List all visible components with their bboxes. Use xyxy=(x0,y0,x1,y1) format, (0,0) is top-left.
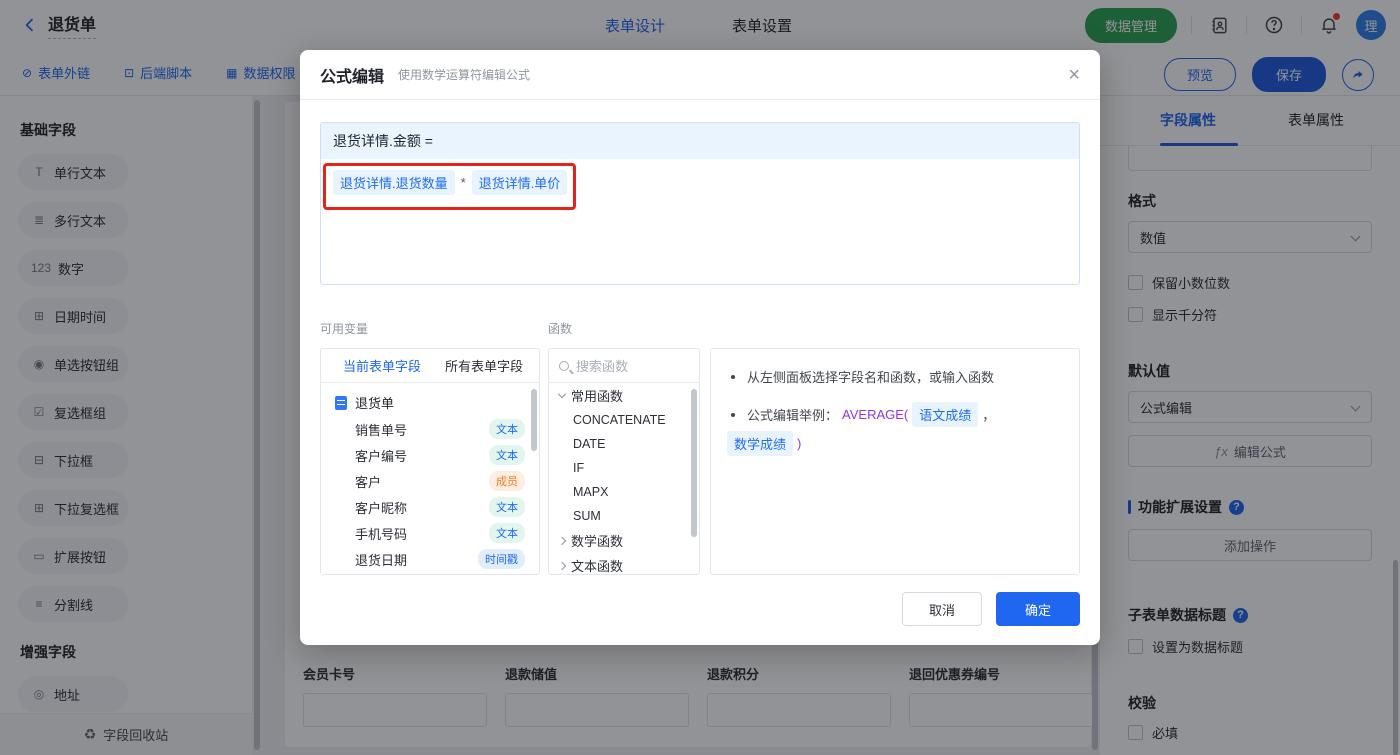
field-type-badge: 文本 xyxy=(489,419,525,439)
function-group-文本函数[interactable]: 文本函数 xyxy=(549,553,699,574)
function-item-CONCATENATE[interactable]: CONCATENATE xyxy=(549,408,699,432)
formula-editor-modal: 公式编辑 使用数学运算符编辑公式 × 退货详情.金额 = 退货详情.退货数量 *… xyxy=(300,50,1100,645)
chevron-right-icon xyxy=(557,536,567,545)
field-type-badge: 时间戳 xyxy=(478,549,525,569)
search-placeholder: 搜索函数 xyxy=(576,359,629,374)
variable-name: 客户编号 xyxy=(355,448,408,464)
variable-row-手机号码[interactable]: 手机号码 文本 xyxy=(321,520,539,546)
functions-label: 函数 xyxy=(548,322,573,336)
formula-token-left[interactable]: 退货详情.退货数量 xyxy=(333,170,455,195)
form-doc-icon xyxy=(335,395,347,410)
hint-panel: 从左侧面板选择字段名和函数，或输入函数 公式编辑举例： AVERAGE( 语文成… xyxy=(710,348,1080,575)
variables-label: 可用变量 xyxy=(320,322,369,336)
formula-expression: 退货详情.退货数量 * 退货详情.单价 xyxy=(321,159,1079,195)
hint-function-close: ) xyxy=(797,436,802,451)
chevron-right-icon xyxy=(557,561,567,570)
confirm-button[interactable]: 确定 xyxy=(996,592,1080,626)
close-icon[interactable]: × xyxy=(1068,65,1080,85)
variable-name: 退货日期 xyxy=(355,552,408,568)
variable-row-退货日期[interactable]: 退货日期 时间戳 xyxy=(321,546,539,572)
formula-target: 退货详情.金额 = xyxy=(321,123,1079,159)
app-root: 退货单 表单设计 表单设置 数据管理 理 ⊘ 表单外链 ⊡ 后端脚本 ▦ 数据权… xyxy=(0,0,1400,755)
modal-footer: 取消 确定 xyxy=(902,592,1080,626)
chevron-down-icon xyxy=(557,389,567,399)
variable-name: 手机号码 xyxy=(355,526,408,542)
formula-editor-area[interactable]: 退货详情.金额 = 退货详情.退货数量 * 退货详情.单价 xyxy=(320,122,1080,285)
hint-chip-1: 语文成绩 xyxy=(912,402,979,427)
variables-tabs: 当前表单字段 所有表单字段 xyxy=(321,349,539,383)
modal-title: 公式编辑 xyxy=(320,68,385,86)
hint-line-1: 从左侧面板选择字段名和函数，或输入函数 xyxy=(727,367,1063,386)
function-item-IF[interactable]: IF xyxy=(549,456,699,480)
hint-example-label: 公式编辑举例： xyxy=(747,408,839,423)
modal-subtitle: 使用数学运算符编辑公式 xyxy=(398,68,531,82)
function-group-数学函数[interactable]: 数学函数 xyxy=(549,528,699,553)
function-group-常用函数[interactable]: 常用函数 xyxy=(549,383,699,408)
function-group-label: 文本函数 xyxy=(571,559,624,574)
functions-scrollbar[interactable] xyxy=(691,389,697,537)
variable-row-客户[interactable]: 客户 成员 xyxy=(321,468,539,494)
field-type-badge: 文本 xyxy=(489,445,525,465)
function-group-label: 数学函数 xyxy=(571,534,624,549)
hint-separator: ， xyxy=(982,408,996,423)
variables-scrollbar[interactable] xyxy=(531,389,537,451)
hint-line-2: 公式编辑举例： AVERAGE( 语文成绩 ， 数学成绩 ) xyxy=(727,402,1063,456)
bullet-icon xyxy=(731,374,735,379)
hint-chip-2: 数学成绩 xyxy=(727,431,794,456)
function-item-SUM[interactable]: SUM xyxy=(549,504,699,528)
field-type-badge: 文本 xyxy=(489,497,525,517)
variable-row-客户编号[interactable]: 客户编号 文本 xyxy=(321,442,539,468)
root-form-name: 退货单 xyxy=(355,396,395,411)
formula-operator: * xyxy=(460,175,466,190)
variable-row-客户昵称[interactable]: 客户昵称 文本 xyxy=(321,494,539,520)
function-item-MAPX[interactable]: MAPX xyxy=(549,480,699,504)
cancel-button[interactable]: 取消 xyxy=(902,592,982,626)
field-type-badge: 成员 xyxy=(489,471,525,491)
function-group-label: 常用函数 xyxy=(571,389,624,404)
variable-name: 客户 xyxy=(355,474,382,490)
tab-all-form-fields[interactable]: 所有表单字段 xyxy=(445,356,523,375)
hint-text-1: 从左侧面板选择字段名和函数，或输入函数 xyxy=(747,370,995,385)
tab-current-form-fields[interactable]: 当前表单字段 xyxy=(343,356,421,375)
functions-panel: 搜索函数 常用函数 CONCATENATE DATE IF MAPX SUM 数学函数文本函… xyxy=(548,348,700,575)
modal-header: 公式编辑 使用数学运算符编辑公式 × xyxy=(300,50,1100,100)
search-icon xyxy=(559,360,569,371)
variable-row-销售单号[interactable]: 销售单号 文本 xyxy=(321,416,539,442)
formula-token-right[interactable]: 退货详情.单价 xyxy=(471,170,568,195)
variables-tree-root[interactable]: 退货单 xyxy=(321,383,539,416)
function-search-input[interactable]: 搜索函数 xyxy=(549,349,699,383)
field-type-badge: 文本 xyxy=(489,523,525,543)
bullet-icon xyxy=(731,412,735,417)
hint-function-open: AVERAGE( xyxy=(842,407,909,422)
variable-name: 销售单号 xyxy=(355,422,408,438)
variables-panel: 当前表单字段 所有表单字段 退货单 销售单号 文本 客户编号 文本 客户 成员 客户昵称 文本… xyxy=(320,348,540,575)
variable-name: 客户昵称 xyxy=(355,500,408,516)
function-item-DATE[interactable]: DATE xyxy=(549,432,699,456)
